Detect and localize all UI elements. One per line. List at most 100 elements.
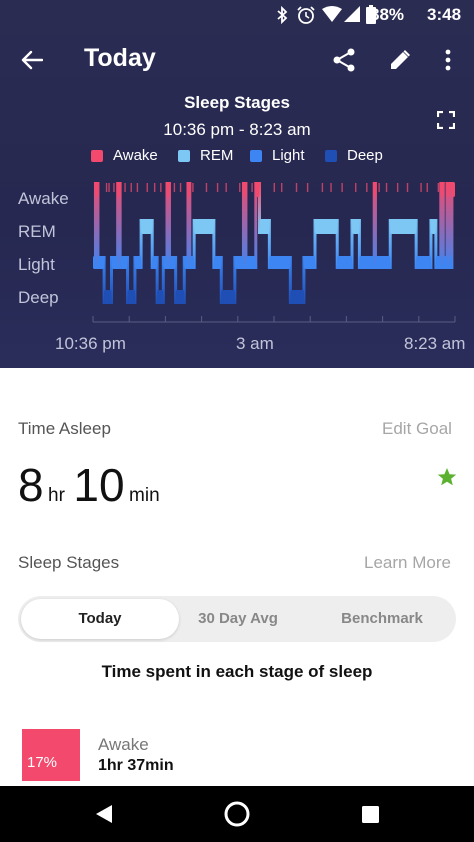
brief-awakening-tick: [420, 183, 422, 192]
stages-description: Time spent in each stage of sleep: [101, 662, 373, 681]
stage-segment-light: [435, 256, 441, 269]
stage-segment-deep: [157, 290, 164, 304]
stage-segment-deep: [104, 290, 112, 304]
stage-segment-light: [111, 256, 118, 269]
stage-segment-light: [269, 256, 291, 269]
fullscreen-button[interactable]: [426, 100, 466, 140]
brief-awakening-tick: [153, 183, 156, 192]
legend-swatch-rem: [178, 149, 190, 162]
brief-awakening-tick: [273, 183, 276, 192]
stage-segment-rem: [141, 219, 153, 234]
stage-segment-awake: [446, 182, 450, 197]
stage-segment-light: [120, 256, 128, 269]
legend-label-rem: REM: [200, 147, 234, 164]
more-options-button[interactable]: [428, 40, 468, 80]
tab-30-day-avg[interactable]: 30 Day Avg: [168, 596, 308, 642]
brief-awakening-tick: [160, 183, 162, 192]
brief-awakening-tick: [173, 183, 176, 192]
legend-swatch-awake: [91, 149, 103, 162]
x-tick-end: 8:23 am: [404, 334, 466, 353]
tab-benchmark[interactable]: Benchmark: [312, 596, 452, 642]
brief-awakening-tick: [295, 183, 298, 192]
stage-segment-light: [184, 256, 188, 269]
x-tick-start: 10:36 pm: [55, 334, 126, 353]
learn-more-link[interactable]: Learn More: [364, 553, 451, 573]
back-arrow-icon: [21, 50, 43, 70]
stage-segment-light: [97, 256, 105, 269]
stage-segment-light: [375, 256, 391, 269]
stage-segment-awake: [440, 182, 444, 197]
nav-recents-icon[interactable]: [362, 806, 379, 823]
share-icon: [333, 48, 355, 72]
legend-label-awake: Awake: [113, 147, 158, 164]
brief-awakening-tick: [366, 183, 368, 192]
brief-awakening-tick: [321, 183, 324, 192]
alarm-icon: [297, 6, 315, 24]
stage-segment-light: [443, 256, 447, 269]
brief-awakening-tick: [341, 183, 343, 192]
brief-awakening-tick: [378, 183, 380, 192]
stage-segment-light: [449, 256, 452, 269]
brief-awakening-tick: [251, 183, 253, 192]
stage-segment-rem: [390, 219, 417, 234]
awake-percent: 17%: [27, 754, 58, 771]
fullscreen-icon: [437, 111, 455, 129]
stage-segment-deep: [175, 290, 185, 304]
brief-awakening-tick: [146, 183, 148, 192]
stage-segment-light: [163, 256, 168, 269]
nav-home-icon[interactable]: [223, 800, 251, 828]
brief-awakening-tick: [216, 183, 219, 192]
stage-segment-rem: [430, 219, 436, 234]
minutes-value: 10: [73, 459, 125, 511]
stage-segment-light: [152, 256, 158, 269]
brief-awakening-tick: [396, 183, 399, 192]
stage-tabs: Today 30 Day Avg Benchmark: [18, 596, 456, 642]
back-button[interactable]: [12, 40, 52, 80]
stage-segment-light: [189, 256, 195, 269]
sleep-stages-chart[interactable]: [0, 170, 474, 330]
brief-awakening-tick: [306, 183, 309, 192]
battery-percent: 88%: [370, 5, 405, 24]
stage-segment-light: [234, 256, 244, 269]
sleep-header: 88% 3:48 Today Sleep Stages 10:36 pm - 8…: [0, 0, 474, 368]
navigation-bar: [0, 786, 474, 842]
nav-back-icon[interactable]: [95, 804, 113, 824]
stage-segment-light: [213, 256, 222, 269]
stage-segment-light: [359, 256, 375, 269]
brief-awakening-tick: [406, 183, 409, 192]
stage-segment-awake: [374, 182, 377, 197]
brief-awakening-tick: [239, 183, 241, 192]
brief-awakening-tick: [330, 183, 332, 192]
brief-awakening-tick: [437, 183, 440, 192]
legend-rem: REM: [178, 147, 233, 164]
brief-awakening-tick: [426, 183, 428, 192]
stage-segment-light: [93, 256, 96, 269]
time-asleep-value: 8 hr 10 min: [18, 458, 160, 512]
tab-today[interactable]: Today: [21, 596, 179, 642]
bluetooth-icon: [277, 6, 288, 24]
edit-pencil-icon: [391, 50, 410, 69]
stage-segment-rem: [194, 219, 214, 234]
brief-awakening-tick: [281, 183, 283, 192]
stage-row-awake[interactable]: 17% Awake 1hr 37min: [22, 729, 462, 784]
brief-awakening-tick: [179, 183, 182, 192]
stage-segment-awake: [187, 182, 190, 197]
stage-segment-awake: [117, 182, 121, 197]
clock-time: 3:48: [427, 5, 462, 24]
legend-light: Light: [250, 147, 305, 164]
legend-label-light: Light: [272, 147, 305, 164]
awake-stage-name: Awake: [98, 735, 149, 754]
edit-goal-link[interactable]: Edit Goal: [382, 419, 452, 439]
goal-star-icon: [437, 468, 457, 486]
stage-segment-rem: [315, 219, 338, 234]
share-button[interactable]: [324, 40, 364, 80]
status-bar: 88% 3:48: [0, 0, 474, 30]
brief-awakening-tick: [205, 183, 208, 192]
edit-button[interactable]: [380, 40, 420, 80]
stage-segment-deep: [221, 290, 235, 304]
stage-segment-awake: [167, 182, 170, 197]
brief-awakening-tick: [105, 183, 108, 192]
stage-segment-deep: [290, 290, 304, 304]
legend-label-deep: Deep: [347, 147, 383, 164]
more-vert-icon: [445, 49, 451, 71]
